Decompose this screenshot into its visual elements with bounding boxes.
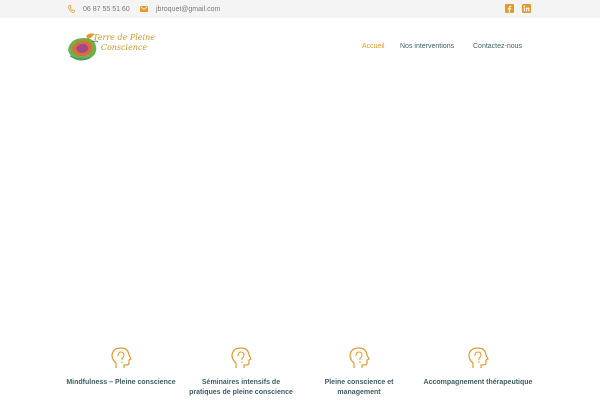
envelope-icon	[140, 6, 148, 12]
service-title: Accompagnement thérapeutique	[423, 379, 533, 386]
nav-item-contactez-nous[interactable]: Contactez-nous	[473, 40, 522, 52]
head-icon	[349, 347, 370, 368]
service-card-management[interactable]: Pleine conscience et management	[304, 346, 414, 398]
logo-line-2: Conscience	[100, 43, 148, 52]
head-icon	[468, 347, 489, 368]
head-icon	[111, 347, 132, 368]
phone-icon	[68, 5, 75, 13]
service-card-accompagnement[interactable]: Accompagnement thérapeutique	[423, 346, 533, 388]
service-title: Mindfulness – Pleine conscience	[66, 379, 176, 386]
top-bar: 06 87 55 51 60 jbroquet@gmail.com	[0, 0, 600, 18]
service-card-seminaires[interactable]: Séminaires intensifs de pratiques de ple…	[186, 346, 296, 398]
page: 06 87 55 51 60 jbroquet@gmail.com Terre …	[0, 0, 600, 400]
nav-item-accueil[interactable]: Accueil	[362, 40, 385, 52]
head-icon	[231, 347, 252, 368]
service-title: Pleine conscience et management	[324, 379, 394, 396]
phone-number: 06 87 55 51 60	[83, 5, 130, 13]
email-address: jbroquet@gmail.com	[156, 5, 221, 13]
service-card-mindfulness[interactable]: Mindfulness – Pleine conscience	[66, 346, 176, 388]
facebook-icon[interactable]	[505, 4, 514, 13]
logo-line-1: Terre de Pleine	[93, 33, 155, 42]
logo-text[interactable]: Terre de Pleine Conscience	[91, 33, 157, 53]
phone-contact[interactable]: 06 87 55 51 60	[68, 0, 130, 18]
service-title: Séminaires intensifs de pratiques de ple…	[189, 379, 293, 396]
email-contact[interactable]: jbroquet@gmail.com	[140, 0, 220, 18]
linkedin-icon[interactable]	[522, 4, 531, 13]
nav-item-nos-interventions[interactable]: Nos interventions	[400, 40, 454, 52]
